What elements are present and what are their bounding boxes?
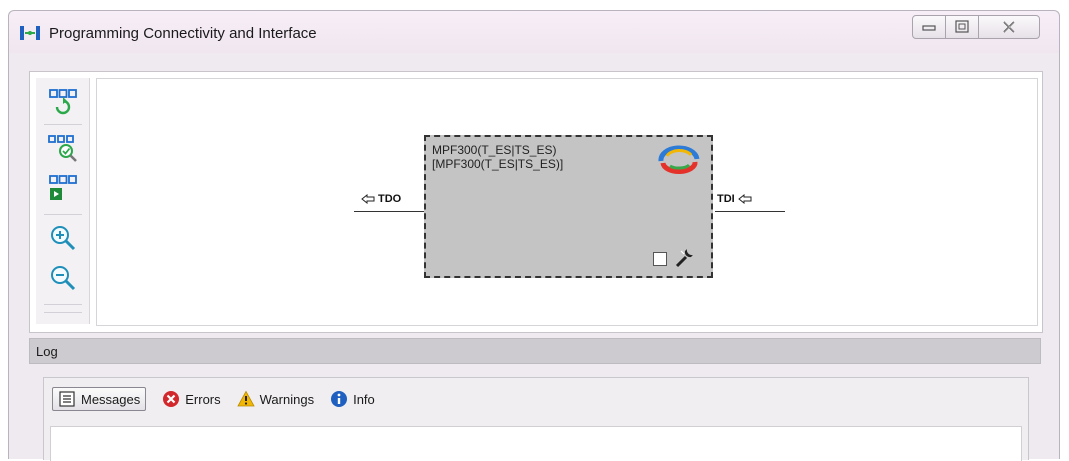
log-tabs: Messages Errors Warnings Info (52, 386, 391, 412)
log-header: Log (29, 338, 1041, 364)
minimize-icon (922, 25, 936, 31)
info-icon (331, 391, 348, 407)
tdo-label: TDO (378, 193, 402, 205)
toolbar-separator (44, 124, 82, 125)
refresh-chain-icon (49, 89, 77, 115)
log-panel: Messages Errors Warnings Info (43, 377, 1029, 461)
arrow-left-icon (361, 194, 375, 204)
zoom-in-button[interactable] (47, 222, 79, 254)
run-chain-button[interactable] (47, 172, 79, 204)
chain-toolbar (36, 78, 90, 324)
scan-chain-button[interactable] (47, 132, 79, 164)
tab-errors[interactable]: Errors (162, 387, 221, 411)
close-button[interactable] (978, 15, 1040, 39)
tab-info[interactable]: Info (330, 387, 375, 411)
tdo-wire (354, 211, 426, 212)
title-bar[interactable]: Programming Connectivity and Interface (9, 11, 1059, 53)
toolbar-separator (44, 304, 82, 305)
tdi-label: TDI (717, 193, 735, 205)
arrow-left-icon (737, 194, 752, 204)
tab-messages-label: Messages (81, 391, 141, 407)
window-title: Programming Connectivity and Interface (49, 25, 317, 42)
warning-icon (236, 390, 255, 407)
zoom-out-button[interactable] (47, 262, 79, 294)
application-window: Programming Connectivity and Interface T… (8, 10, 1060, 461)
chain-panel: TDO MPF300(T_ES|TS_ES) [MPF300(T_ES|TS_E… (29, 71, 1043, 333)
tab-info-label: Info (353, 391, 375, 407)
tab-errors-label: Errors (185, 391, 221, 407)
log-message-list[interactable] (50, 426, 1022, 461)
tab-warnings-label: Warnings (259, 391, 315, 407)
toolbar-separator (44, 214, 82, 215)
chain-canvas[interactable]: TDO MPF300(T_ES|TS_ES) [MPF300(T_ES|TS_E… (96, 78, 1038, 326)
maximize-button[interactable] (945, 15, 979, 39)
device-block[interactable]: MPF300(T_ES|TS_ES) [MPF300(T_ES|TS_ES)] (424, 135, 713, 278)
device-select-checkbox[interactable] (653, 252, 667, 266)
messages-icon (59, 391, 75, 407)
device-subtitle: [MPF300(T_ES|TS_ES)] (432, 157, 564, 171)
toolbar-separator (44, 312, 82, 313)
zoom-in-icon (51, 226, 76, 251)
tab-messages[interactable]: Messages (52, 387, 147, 411)
tdo-port: TDO (361, 193, 401, 205)
restore-icon (955, 20, 969, 33)
device-name: MPF300(T_ES|TS_ES) (432, 143, 557, 157)
wrench-icon[interactable] (673, 247, 695, 269)
device-logo-icon (658, 145, 700, 174)
tdi-port: TDI (717, 193, 752, 205)
minimize-button[interactable] (912, 15, 946, 39)
run-chain-icon (49, 175, 77, 200)
scan-chain-icon (48, 135, 77, 162)
refresh-chain-button[interactable] (47, 86, 79, 118)
error-icon (163, 391, 180, 407)
tdi-wire (715, 211, 785, 212)
app-icon (20, 26, 40, 40)
zoom-out-icon (51, 266, 76, 291)
tab-warnings[interactable]: Warnings (236, 387, 315, 411)
close-icon (1003, 21, 1015, 33)
log-title: Log (36, 344, 58, 359)
